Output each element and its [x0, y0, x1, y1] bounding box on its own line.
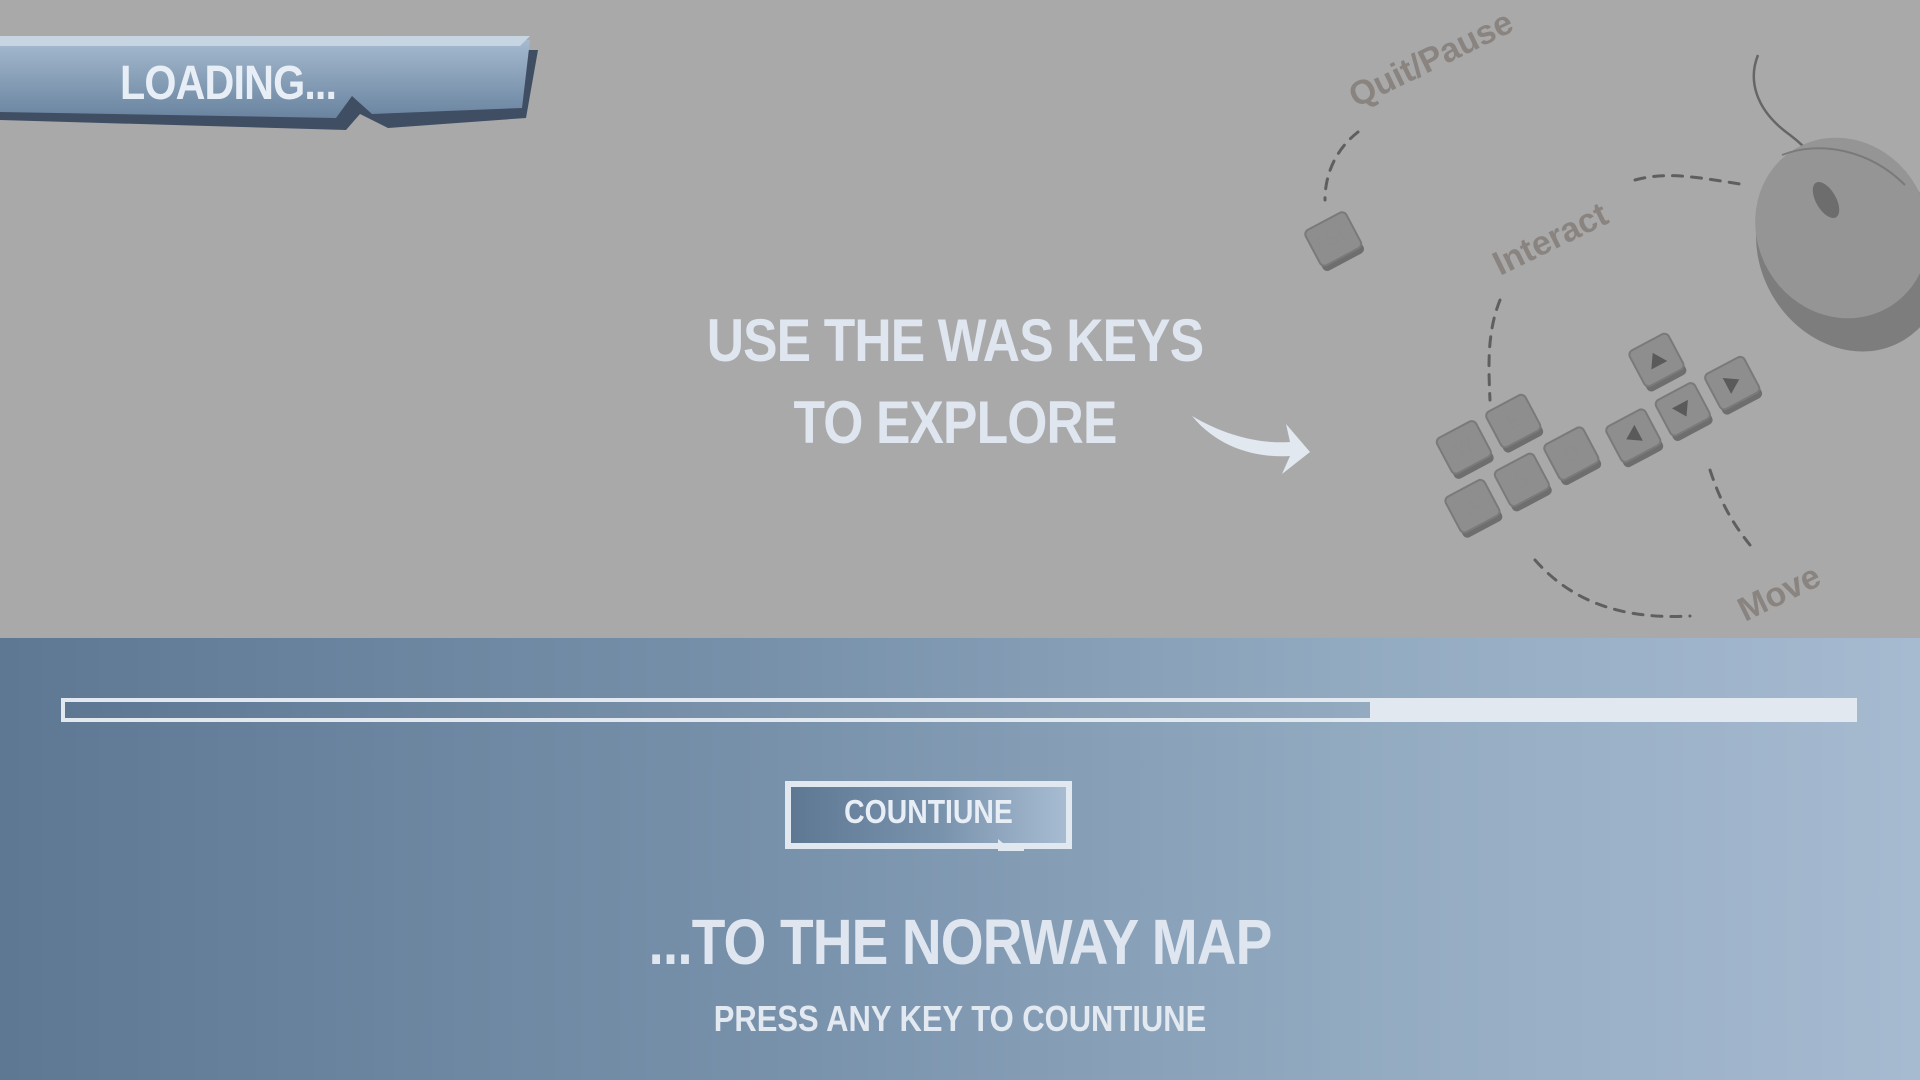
button-notch-icon: [998, 839, 1024, 851]
destination-title: ...TO THE NORWAY MAP: [648, 906, 1272, 978]
quit-pause-label: Quit/Pause: [1343, 3, 1519, 115]
esc-key-icon: ESC: [1304, 211, 1364, 271]
a-key-icon: A: [1444, 478, 1503, 538]
arrow-right-key-icon: [1704, 355, 1763, 415]
continue-button[interactable]: COUNTIUNE: [785, 781, 1072, 851]
d-key-icon: D: [1543, 426, 1602, 486]
arrow-left-key-icon: [1605, 408, 1664, 468]
e-key-icon: E: [1485, 393, 1544, 453]
press-any-key-prompt: PRESS ANY KEY TO COUNTIUNE: [713, 998, 1207, 1039]
continue-button-label: COUNTIUNE: [844, 793, 1013, 830]
arrow-up-key-icon: [1628, 332, 1687, 392]
move-label: Move: [1732, 557, 1827, 629]
loading-title: LOADING...: [120, 57, 337, 110]
arrow-down-key-icon: [1654, 382, 1713, 441]
mouse-icon: [1752, 54, 1920, 352]
progress-fill: [65, 702, 1370, 718]
s-key-icon: S: [1493, 452, 1552, 512]
loading-progress-bar: [61, 698, 1857, 722]
interact-label: Interact: [1487, 195, 1614, 283]
controls-diagram: Quit/Pause Interact Move ESC W E A S D: [1304, 3, 1920, 629]
w-key-icon: W: [1435, 420, 1494, 479]
